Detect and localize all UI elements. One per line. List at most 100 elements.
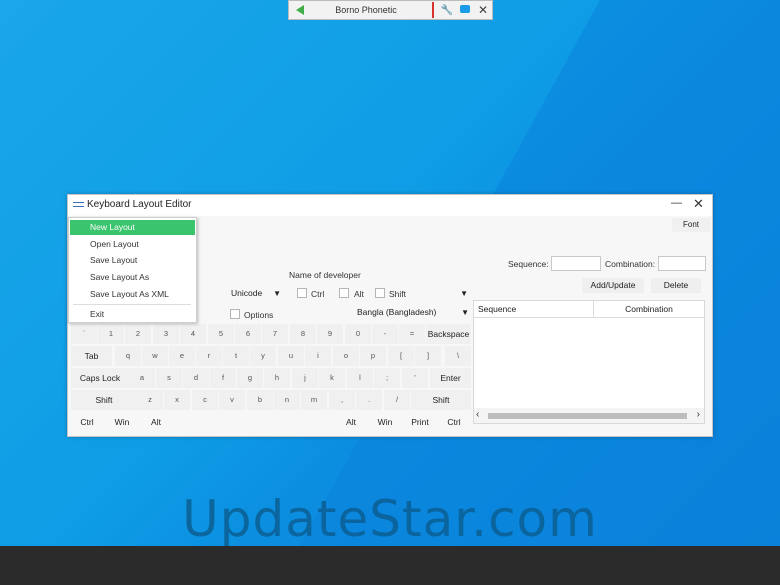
minimize-icon[interactable]: —	[671, 197, 682, 209]
wrench-icon[interactable]: 🔧	[438, 5, 456, 16]
key-tab[interactable]: Tab	[71, 346, 112, 366]
chevron-right-icon[interactable]: ›	[697, 409, 700, 420]
menu-item-save-layout[interactable]: Save Layout	[70, 253, 195, 268]
delete-button[interactable]: Delete	[651, 278, 701, 293]
key[interactable]: z	[137, 390, 163, 410]
key[interactable]: h	[264, 368, 290, 388]
key[interactable]: 2	[125, 324, 151, 344]
add-update-button[interactable]: Add/Update	[582, 278, 644, 293]
key[interactable]: d	[183, 368, 209, 388]
key-right-ctrl[interactable]: Ctrl	[438, 412, 470, 432]
chat-bubble-icon[interactable]	[456, 4, 474, 16]
key[interactable]: 1	[98, 324, 124, 344]
key[interactable]: s	[156, 368, 182, 388]
key[interactable]: j	[292, 368, 318, 388]
key[interactable]: t	[223, 346, 249, 366]
key-print[interactable]: Print	[404, 412, 436, 432]
back-arrow-icon[interactable]	[296, 5, 304, 15]
key[interactable]: n	[274, 390, 300, 410]
developer-label: Name of developer	[289, 270, 361, 280]
key[interactable]: g	[237, 368, 263, 388]
key[interactable]: w	[142, 346, 168, 366]
shift-label: Shift	[389, 289, 407, 299]
ime-language-label[interactable]: Borno Phonetic	[304, 5, 428, 15]
key-right-win[interactable]: Win	[368, 412, 402, 432]
menu-item-open-layout[interactable]: Open Layout	[70, 237, 195, 252]
key[interactable]: 8	[290, 324, 316, 344]
combination-input[interactable]	[658, 256, 706, 271]
key[interactable]: -	[372, 324, 398, 344]
key[interactable]: y	[250, 346, 276, 366]
key-left-win[interactable]: Win	[105, 412, 139, 432]
ctrl-checkbox[interactable]	[297, 288, 307, 298]
encoding-select[interactable]: Unicode ▼	[221, 286, 283, 301]
close-window-icon[interactable]: ✕	[693, 196, 704, 212]
menu-item-save-layout-as[interactable]: Save Layout As	[70, 270, 195, 285]
shift-checkbox[interactable]	[375, 288, 385, 298]
sequence-input[interactable]	[551, 256, 601, 271]
options-checkbox[interactable]	[230, 309, 240, 319]
key[interactable]: q	[115, 346, 141, 366]
key-left-shift[interactable]: Shift	[71, 390, 137, 410]
key[interactable]: /	[384, 390, 410, 410]
key[interactable]: k	[319, 368, 345, 388]
key[interactable]: c	[192, 390, 218, 410]
key-left-alt[interactable]: Alt	[141, 412, 171, 432]
key-backspace[interactable]: Backspace	[426, 324, 471, 344]
key[interactable]: 5	[208, 324, 234, 344]
key[interactable]: .	[356, 390, 382, 410]
chevron-down-icon: ▼	[461, 308, 469, 317]
chevron-left-icon[interactable]: ‹	[476, 409, 479, 420]
key[interactable]: 7	[262, 324, 288, 344]
alt-checkbox[interactable]	[339, 288, 349, 298]
key[interactable]: m	[301, 390, 327, 410]
key[interactable]: ]	[415, 346, 441, 366]
key[interactable]: ,	[329, 390, 355, 410]
column-header-sequence[interactable]: Sequence	[478, 301, 516, 318]
menu-item-exit[interactable]: Exit	[70, 307, 195, 322]
key[interactable]: \	[445, 346, 471, 366]
key-select[interactable]: ▼	[423, 286, 470, 301]
menu-item-new-layout[interactable]: New Layout	[70, 220, 195, 235]
key[interactable]: 3	[153, 324, 179, 344]
ime-separator	[432, 2, 434, 18]
key[interactable]: p	[360, 346, 386, 366]
key[interactable]: a	[129, 368, 155, 388]
key[interactable]: f	[210, 368, 236, 388]
key-caps-lock[interactable]: Caps Lock	[71, 368, 129, 388]
key[interactable]: b	[247, 390, 273, 410]
key-enter[interactable]: Enter	[430, 368, 471, 388]
key[interactable]: [	[388, 346, 414, 366]
key[interactable]: '	[402, 368, 428, 388]
key[interactable]: 0	[345, 324, 371, 344]
chevron-down-icon: ▼	[273, 289, 281, 298]
locale-select-value: Bangla (Bangladesh)	[357, 307, 437, 317]
locale-select[interactable]: Bangla (Bangladesh) ▼	[333, 305, 471, 320]
key[interactable]: 9	[317, 324, 343, 344]
key-left-ctrl[interactable]: Ctrl	[71, 412, 103, 432]
alt-label: Alt	[354, 289, 364, 299]
key[interactable]: e	[169, 346, 195, 366]
key[interactable]: i	[305, 346, 331, 366]
scrollbar-thumb[interactable]	[488, 413, 687, 419]
key-right-alt[interactable]: Alt	[336, 412, 366, 432]
key[interactable]: u	[278, 346, 304, 366]
key[interactable]: r	[196, 346, 222, 366]
key[interactable]: ;	[374, 368, 400, 388]
key[interactable]: l	[347, 368, 373, 388]
close-icon[interactable]: ✕	[474, 3, 492, 17]
horizontal-scrollbar[interactable]: ‹ ›	[474, 408, 704, 423]
column-header-combination[interactable]: Combination	[593, 301, 704, 318]
key[interactable]: 4	[180, 324, 206, 344]
key[interactable]: =	[399, 324, 425, 344]
key-right-shift[interactable]: Shift	[411, 390, 471, 410]
window-title: Keyboard Layout Editor	[87, 199, 192, 210]
font-button[interactable]: Font	[672, 218, 710, 232]
key[interactable]: 6	[235, 324, 261, 344]
key[interactable]: v	[219, 390, 245, 410]
menu-item-save-layout-as-xml[interactable]: Save Layout As XML	[70, 287, 195, 302]
key[interactable]: o	[333, 346, 359, 366]
key[interactable]: `	[71, 324, 97, 344]
encoding-select-value: Unicode	[231, 288, 263, 298]
key[interactable]: x	[164, 390, 190, 410]
